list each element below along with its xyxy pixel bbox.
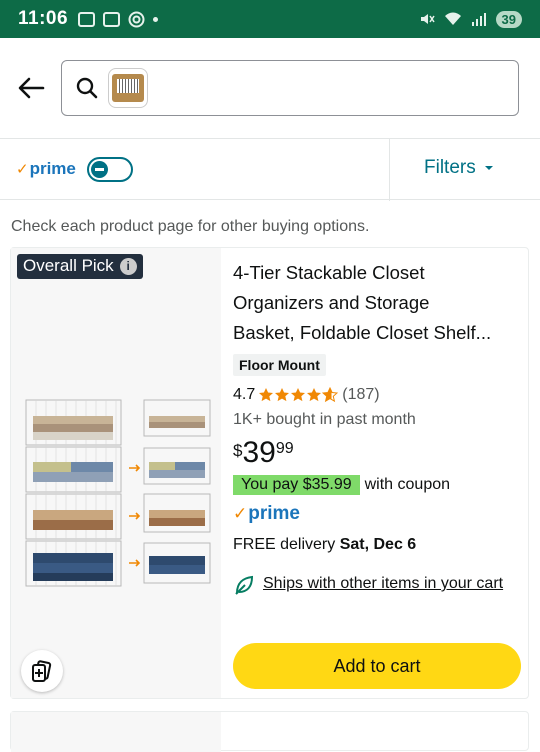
prime-check-icon: ✓ bbox=[233, 504, 248, 523]
rating-row[interactable]: 4.7 (187) bbox=[233, 386, 380, 404]
status-bar: 11:06 39 bbox=[0, 0, 540, 38]
add-to-cart-button[interactable]: Add to cart bbox=[233, 643, 521, 689]
star-icon bbox=[291, 388, 306, 402]
delivery-prefix: FREE delivery bbox=[233, 536, 340, 553]
ships-with-other-items[interactable]: Ships with other items in your cart bbox=[233, 571, 513, 597]
chevron-down-icon bbox=[484, 166, 493, 170]
delivery-date: Sat, Dec 6 bbox=[339, 536, 417, 553]
leaf-icon bbox=[235, 575, 254, 595]
search-icon bbox=[76, 77, 98, 99]
price-fraction: 99 bbox=[275, 440, 294, 457]
price-whole: 39 bbox=[242, 436, 276, 469]
product-image-area[interactable]: Overall Pick i bbox=[11, 248, 221, 698]
next-product-image bbox=[11, 712, 221, 752]
filter-bar: ✓ prime Filters bbox=[0, 138, 540, 201]
product-title[interactable]: 4-Tier Stackable Closet Organizers and S… bbox=[233, 258, 523, 348]
star-icon bbox=[307, 388, 322, 402]
product-card[interactable]: Overall Pick i 4-Tier Stackable Closet O… bbox=[10, 247, 529, 699]
star-rating bbox=[258, 387, 339, 403]
gallery-notification-icon bbox=[78, 11, 96, 27]
price-symbol: $ bbox=[233, 441, 243, 460]
signal-icon bbox=[471, 13, 486, 26]
target-notification-icon bbox=[128, 11, 145, 27]
back-arrow-icon[interactable] bbox=[16, 73, 46, 103]
half-star-icon bbox=[322, 387, 339, 403]
ships-link[interactable]: Ships with other items in your cart bbox=[233, 575, 503, 592]
status-time: 11:06 bbox=[18, 8, 69, 29]
system-icons: 39 bbox=[419, 10, 522, 28]
prime-badge: ✓ prime bbox=[233, 503, 300, 525]
delivery-info: FREE delivery Sat, Dec 6 bbox=[233, 536, 416, 554]
product-title-line: Basket, Foldable Closet Shelf... bbox=[233, 322, 492, 343]
product-title-line: Organizers and Storage bbox=[233, 292, 430, 313]
overall-pick-badge: Overall Pick i bbox=[17, 254, 143, 279]
barcode-image bbox=[112, 74, 144, 102]
buying-options-notice: Check each product page for other buying… bbox=[11, 218, 370, 235]
coupon-badge: You pay $35.99 bbox=[233, 475, 360, 495]
info-icon[interactable]: i bbox=[119, 257, 137, 275]
badge-label: Overall Pick bbox=[23, 256, 114, 275]
search-image-thumbnail[interactable] bbox=[108, 68, 148, 108]
more-notifications-dot-icon bbox=[153, 16, 159, 22]
rating-value: 4.7 bbox=[233, 386, 256, 403]
search-input[interactable] bbox=[61, 60, 519, 116]
toggle-knob bbox=[90, 160, 108, 178]
prime-filter-label: prime bbox=[29, 159, 76, 178]
screenshot-notification-icon bbox=[103, 11, 121, 27]
search-header bbox=[0, 38, 540, 138]
floor-mount-tag: Floor Mount bbox=[233, 354, 326, 376]
filters-button[interactable]: Filters bbox=[424, 157, 494, 179]
prime-check-icon: ✓ bbox=[16, 161, 29, 178]
bought-count: 1K+ bought in past month bbox=[233, 411, 416, 428]
product-image bbox=[25, 399, 211, 587]
prime-logo: ✓ prime bbox=[16, 159, 76, 179]
review-count: (187) bbox=[342, 386, 380, 403]
prime-toggle[interactable] bbox=[86, 156, 133, 182]
product-title-line: 4-Tier Stackable Closet bbox=[233, 262, 425, 283]
battery-indicator: 39 bbox=[495, 10, 522, 28]
compare-button[interactable] bbox=[21, 650, 63, 692]
notification-icons bbox=[78, 11, 159, 28]
next-product-card[interactable] bbox=[10, 711, 529, 752]
coupon-text: with coupon bbox=[364, 476, 451, 493]
mute-icon bbox=[420, 14, 435, 24]
divider bbox=[389, 139, 390, 201]
prime-badge-label: prime bbox=[248, 503, 300, 524]
star-icon bbox=[259, 388, 274, 402]
price: $ 39 99 bbox=[233, 436, 294, 470]
star-icon bbox=[275, 388, 290, 402]
wifi-icon bbox=[444, 12, 461, 25]
compare-icon bbox=[32, 660, 52, 682]
filters-label: Filters bbox=[424, 157, 476, 178]
coupon-row: You pay $35.99 with coupon bbox=[233, 475, 450, 495]
